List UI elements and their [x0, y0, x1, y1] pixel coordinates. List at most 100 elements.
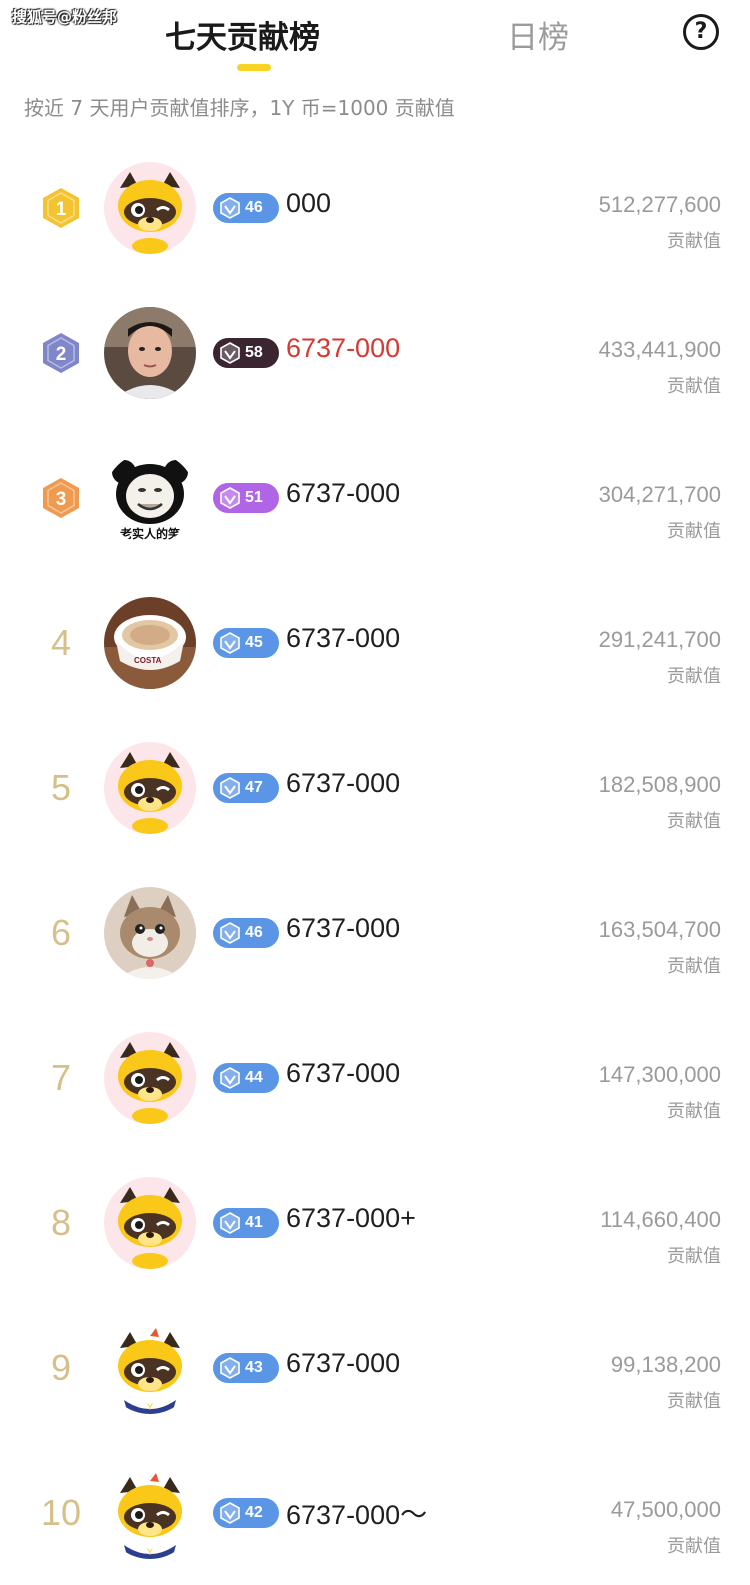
- contribution-label: 贡献值: [667, 231, 721, 252]
- level-badge: 45: [213, 628, 279, 658]
- raccoon-mascot-avatar[interactable]: [104, 742, 196, 834]
- contribution-value: 433,441,900: [598, 337, 721, 362]
- silver-medal-icon: 2: [30, 325, 92, 381]
- coffee-cup-avatar[interactable]: COSTA: [104, 597, 196, 689]
- rank-number: 9: [30, 1340, 92, 1396]
- man-photo-avatar[interactable]: [104, 307, 196, 399]
- level-number: 41: [245, 1214, 263, 1231]
- user-name[interactable]: 6737-000: [286, 913, 400, 944]
- level-number: 46: [245, 924, 263, 941]
- leaderboard-row[interactable]: 1 46 000 512,277,600 贡献值: [0, 135, 750, 280]
- user-name[interactable]: 6737-000+: [286, 1203, 416, 1234]
- contribution-label: 贡献值: [667, 521, 721, 542]
- leaderboard-row[interactable]: 2 58 6737-000 433,441,900 贡献值: [0, 280, 750, 425]
- panda-meme-avatar[interactable]: 老实人的笑: [104, 452, 196, 544]
- svg-text:3: 3: [56, 489, 67, 510]
- ranking-description: 按近 7 天用户贡献值排序，1Y 币=1000 贡献值: [24, 96, 455, 120]
- rank-number-text: 10: [40, 1492, 82, 1533]
- rank-number-text: 7: [50, 1057, 72, 1098]
- contribution-value: 182,508,900: [598, 772, 721, 797]
- level-badge: 42: [213, 1498, 279, 1528]
- rank-number-text: 9: [50, 1347, 72, 1388]
- diamond-icon: [213, 1065, 243, 1091]
- contribution-value: 114,660,400: [600, 1207, 721, 1232]
- diamond-icon: [213, 775, 243, 801]
- level-badge: 44: [213, 1063, 279, 1093]
- active-tab-indicator: [237, 64, 271, 71]
- level-badge: 46: [213, 193, 279, 223]
- level-badge: 47: [213, 773, 279, 803]
- rank-number: 6: [30, 905, 92, 961]
- contribution-value: 291,241,700: [598, 627, 721, 652]
- leaderboard-row[interactable]: 4 COSTA 45 6737-000 291,241,700 贡献值: [0, 570, 750, 715]
- contribution-label: 贡献值: [667, 956, 721, 977]
- help-icon[interactable]: ?: [683, 14, 719, 50]
- svg-text:2: 2: [56, 344, 67, 365]
- level-number: 47: [245, 779, 263, 796]
- contribution-value: 304,271,700: [598, 482, 721, 507]
- user-name[interactable]: 6737-000: [286, 1058, 400, 1089]
- svg-text:老实人的笑: 老实人的笑: [120, 526, 180, 541]
- contribution-value: 147,300,000: [598, 1062, 721, 1087]
- rank-number-text: 4: [50, 622, 72, 663]
- leaderboard-row[interactable]: 6 46 6737-000 163,504,700 贡献值: [0, 860, 750, 1005]
- rank-number-text: 6: [50, 912, 72, 953]
- level-badge: 51: [213, 483, 279, 513]
- diamond-icon: [213, 920, 243, 946]
- cat-photo-avatar[interactable]: [104, 887, 196, 979]
- user-name[interactable]: 6737-000～: [286, 1493, 427, 1532]
- contribution-value: 47,500,000: [610, 1497, 721, 1522]
- contribution-label: 贡献值: [667, 1391, 721, 1412]
- contribution-label: 贡献值: [667, 1536, 721, 1557]
- user-name[interactable]: 6737-000: [286, 768, 400, 799]
- contribution-label: 贡献值: [667, 666, 721, 687]
- contribution-value: 512,277,600: [598, 192, 721, 217]
- svg-text:Y: Y: [147, 1547, 153, 1557]
- user-name[interactable]: 6737-000: [286, 623, 400, 654]
- rank-number: 8: [30, 1195, 92, 1251]
- leaderboard-row[interactable]: 9 Y 43 6737-000 99,138,200 贡献值: [0, 1295, 750, 1440]
- level-badge: 41: [213, 1208, 279, 1238]
- level-number: 51: [245, 489, 263, 506]
- bronze-medal-icon: 3: [30, 470, 92, 526]
- diamond-icon: [213, 630, 243, 656]
- contribution-label: 贡献值: [667, 1101, 721, 1122]
- level-badge: 58: [213, 338, 279, 368]
- contribution-value: 163,504,700: [598, 917, 721, 942]
- tab-bar: 七天贡献榜 日榜 ?: [0, 0, 750, 80]
- leaderboard-row[interactable]: 7 44 6737-000 147,300,000 贡献值: [0, 1005, 750, 1150]
- raccoon-mascot-avatar[interactable]: [104, 1177, 196, 1269]
- svg-text:Y: Y: [147, 1402, 153, 1412]
- user-name[interactable]: 6737-000: [286, 1348, 400, 1379]
- contribution-label: 贡献值: [667, 376, 721, 397]
- contribution-label: 贡献值: [667, 811, 721, 832]
- level-badge: 46: [213, 918, 279, 948]
- level-number: 46: [245, 199, 263, 216]
- rank-number: 5: [30, 760, 92, 816]
- user-name[interactable]: 6737-000: [286, 478, 400, 509]
- user-name[interactable]: 6737-000: [286, 333, 400, 364]
- tab-seven-day[interactable]: 七天贡献榜: [165, 12, 320, 57]
- diamond-icon: [213, 340, 243, 366]
- raccoon-mascot-full-avatar[interactable]: Y: [104, 1467, 196, 1559]
- diamond-icon: [213, 1500, 243, 1526]
- rank-number: 4: [30, 615, 92, 671]
- level-number: 44: [245, 1069, 263, 1086]
- level-number: 43: [245, 1359, 263, 1376]
- tab-daily[interactable]: 日榜: [507, 12, 569, 57]
- user-name[interactable]: 000: [286, 188, 331, 219]
- svg-text:1: 1: [56, 199, 67, 220]
- level-number: 58: [245, 344, 263, 361]
- rank-number-text: 8: [50, 1202, 72, 1243]
- leaderboard-row[interactable]: 3 老实人的笑 51 6737-000 304,271,700 贡献值: [0, 425, 750, 570]
- raccoon-mascot-avatar[interactable]: [104, 162, 196, 254]
- gold-medal-icon: 1: [30, 180, 92, 236]
- leaderboard-row[interactable]: 10 Y 42 6737-000～ 47,500,000 贡献值: [0, 1440, 750, 1585]
- raccoon-mascot-avatar[interactable]: [104, 1032, 196, 1124]
- leaderboard-row[interactable]: 8 41 6737-000+ 114,660,400 贡献值: [0, 1150, 750, 1295]
- raccoon-mascot-full-avatar[interactable]: Y: [104, 1322, 196, 1414]
- leaderboard-row[interactable]: 5 47 6737-000 182,508,900 贡献值: [0, 715, 750, 860]
- diamond-icon: [213, 1355, 243, 1381]
- diamond-icon: [213, 485, 243, 511]
- level-badge: 43: [213, 1353, 279, 1383]
